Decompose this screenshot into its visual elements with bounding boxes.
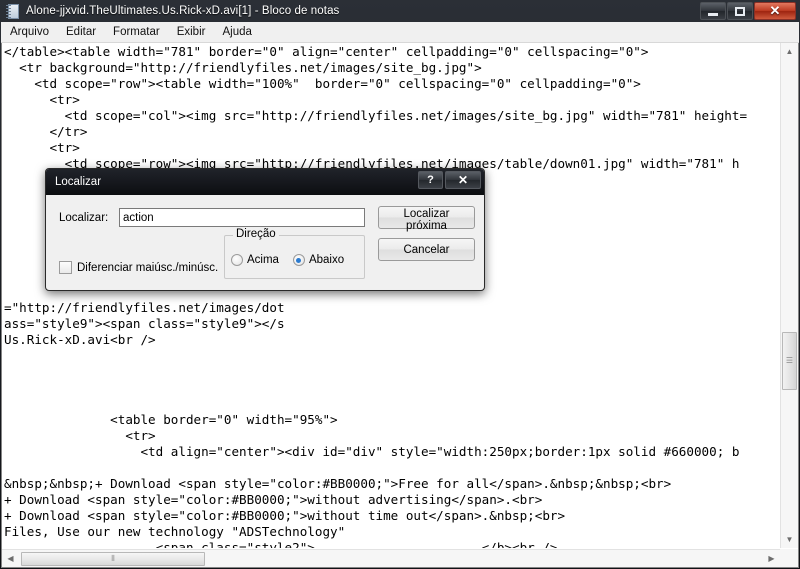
menu-item-formatar[interactable]: Formatar	[105, 24, 168, 40]
scrollbar-corner	[780, 549, 798, 567]
find-dialog-title: Localizar	[55, 176, 102, 188]
radio-abaixo-icon	[292, 254, 305, 266]
menu-item-ajuda[interactable]: Ajuda	[214, 24, 259, 40]
minimize-button[interactable]	[700, 2, 726, 20]
horizontal-scrollbar[interactable]: ◀ ⦀ ▶	[2, 549, 780, 567]
window-title: Alone-jjxvid.TheUltimates.Us.Rick-xD.avi…	[26, 5, 340, 17]
vertical-scrollbar-thumb[interactable]: ☰	[782, 332, 797, 390]
radio-acima-icon	[231, 254, 243, 266]
editor-text: </table><table width="781" border="0" al…	[4, 44, 747, 548]
horizontal-thumb-grip-icon: ⦀	[111, 554, 115, 563]
cancel-button[interactable]: Cancelar	[378, 238, 475, 261]
close-icon: ✕	[769, 3, 781, 18]
restore-icon	[735, 6, 745, 16]
menu-item-exibir[interactable]: Exibir	[169, 24, 214, 40]
vertical-scrollbar[interactable]: ▲ ☰ ▼	[780, 43, 798, 548]
find-label: Localizar:	[59, 212, 109, 224]
text-editor[interactable]: </table><table width="781" border="0" al…	[2, 43, 780, 548]
menubar: Arquivo Editar Formatar Exibir Ajuda	[1, 22, 799, 43]
scroll-down-icon[interactable]: ▼	[781, 531, 798, 548]
notepad-icon	[6, 3, 20, 19]
find-dialog-close-button[interactable]: ✕	[445, 171, 481, 189]
find-dialog-titlebar: Localizar ? ✕	[46, 169, 484, 195]
direction-radio-row: Acima Abaixo	[231, 254, 358, 266]
notepad-window: Alone-jjxvid.TheUltimates.Us.Rick-xD.avi…	[0, 0, 800, 569]
find-dialog-controls: ? ✕	[416, 171, 481, 189]
horizontal-scrollbar-thumb[interactable]: ⦀	[21, 552, 205, 566]
vertical-thumb-grip-icon: ☰	[785, 356, 794, 365]
editor-client-area: </table><table width="781" border="0" al…	[1, 43, 799, 568]
radio-acima-label: Acima	[247, 254, 279, 266]
radio-acima[interactable]: Acima	[231, 254, 279, 266]
help-button[interactable]: ?	[418, 171, 443, 189]
match-case-checkbox[interactable]: Diferenciar maiúsc./minúsc.	[59, 261, 218, 274]
direction-group-label: Direção	[233, 228, 279, 240]
match-case-label: Diferenciar maiúsc./minúsc.	[77, 261, 219, 274]
editor-text-before: </table><table width="781" border="0" al…	[4, 44, 748, 548]
scroll-up-icon[interactable]: ▲	[781, 43, 798, 60]
find-dialog: Localizar ? ✕ Localizar: Localizar próxi…	[45, 168, 485, 291]
scroll-right-icon[interactable]: ▶	[763, 550, 780, 567]
find-input[interactable]	[119, 208, 365, 227]
minimize-icon	[708, 12, 718, 16]
menu-item-editar[interactable]: Editar	[58, 24, 104, 40]
direction-group: Direção Acima Abaixo	[224, 228, 365, 279]
restore-button[interactable]	[727, 2, 753, 20]
find-dialog-body: Localizar: Localizar próxima Cancelar Di…	[47, 195, 483, 289]
radio-abaixo-label: Abaixo	[308, 254, 345, 266]
menu-item-arquivo[interactable]: Arquivo	[2, 24, 57, 40]
scroll-left-icon[interactable]: ◀	[2, 550, 19, 567]
radio-abaixo[interactable]: Abaixo	[292, 254, 345, 266]
window-titlebar: Alone-jjxvid.TheUltimates.Us.Rick-xD.avi…	[0, 0, 800, 22]
close-button[interactable]: ✕	[754, 2, 796, 20]
find-next-button[interactable]: Localizar próxima	[378, 206, 475, 232]
window-controls: ✕	[699, 2, 796, 20]
checkbox-icon	[59, 261, 72, 274]
